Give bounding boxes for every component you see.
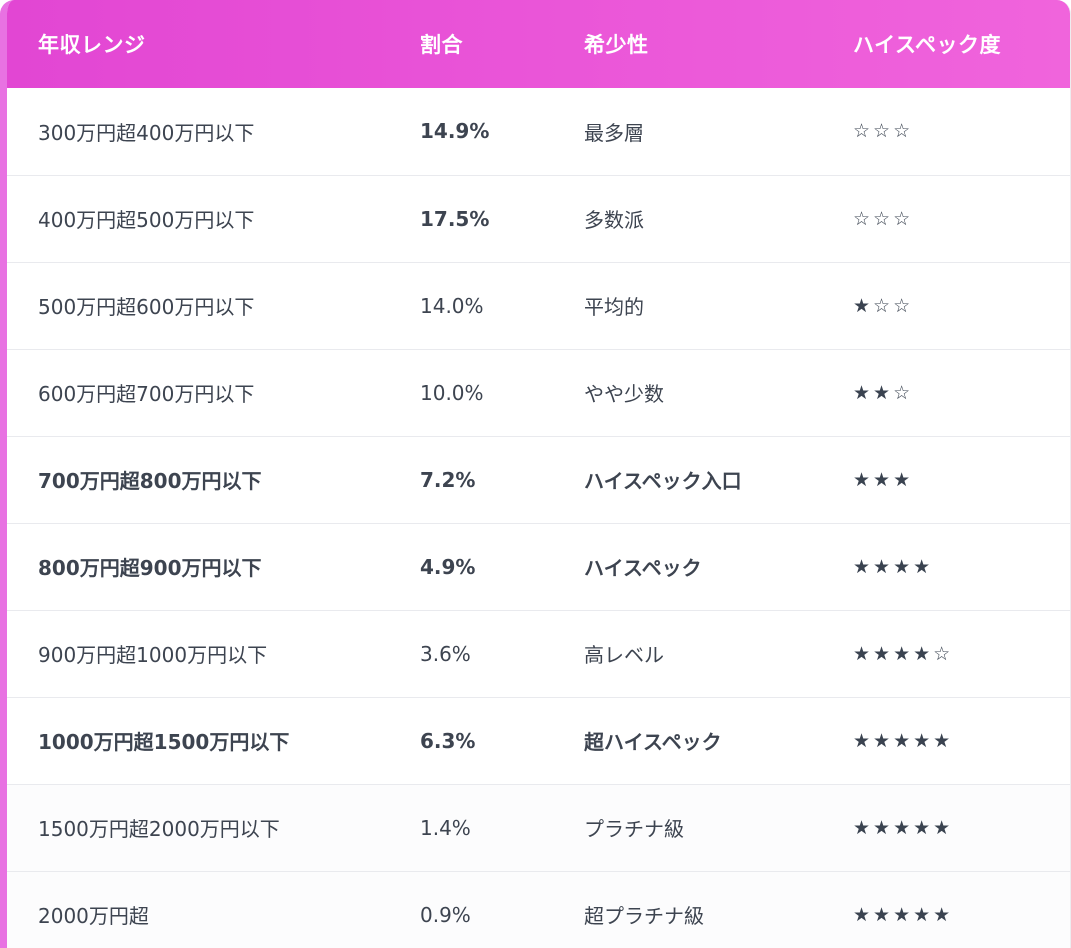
star-rating: ★★★★ [853,555,934,578]
ratio-cell: 6.3% [420,728,476,753]
rarity-cell: 超プラチナ級 [584,904,704,929]
ratio-cell: 14.9% [420,119,490,144]
star-rating: ☆☆☆ [853,207,914,230]
rarity-cell: 平均的 [584,295,644,319]
table-row: 1000万円超1500万円以下 6.3% 超ハイスペック ★★★★★ [7,697,1070,784]
rarity-cell: 多数派 [584,208,644,232]
header-ratio: 割合 [420,33,463,57]
income-range-cell: 1500万円超2000万円以下 [38,817,280,841]
star-rating: ★★★★★ [853,903,954,926]
star-rating: ★★☆ [853,381,914,404]
income-range-cell: 500万円超600万円以下 [38,295,255,319]
table-row: 900万円超1000万円以下 3.6% 高レベル ★★★★☆ [7,610,1070,697]
income-range-cell: 400万円超500万円以下 [38,208,255,232]
star-rating: ★★★★★ [853,729,954,752]
income-range-cell: 2000万円超 [38,904,149,929]
income-table-container: 年収レンジ 割合 希少性 ハイスペック度 300万円超400万円以下 14.9%… [0,0,1071,948]
table-row: 800万円超900万円以下 4.9% ハイスペック ★★★★ [7,523,1070,610]
table-row: 400万円超500万円以下 17.5% 多数派 ☆☆☆ [7,175,1070,262]
ratio-cell: 3.6% [420,641,471,666]
header-income-range: 年収レンジ [38,33,146,57]
star-rating: ★★★ [853,468,914,491]
income-range-cell: 1000万円超1500万円以下 [38,730,290,754]
rarity-cell: ハイスペック [584,556,702,580]
star-rating: ★★★★☆ [853,642,954,665]
ratio-cell: 17.5% [420,206,490,231]
table-row: 600万円超700万円以下 10.0% やや少数 ★★☆ [7,349,1070,436]
income-range-cell: 600万円超700万円以下 [38,382,255,406]
star-rating: ★★★★★ [853,816,954,839]
rarity-cell: プラチナ級 [584,817,684,841]
ratio-cell: 4.9% [420,554,476,579]
ratio-cell: 10.0% [420,380,484,405]
header-row: 年収レンジ 割合 希少性 ハイスペック度 [7,0,1070,88]
income-table: 年収レンジ 割合 希少性 ハイスペック度 300万円超400万円以下 14.9%… [7,0,1070,948]
rarity-cell: ハイスペック入口 [584,469,742,493]
ratio-cell: 14.0% [420,293,484,318]
table-row: 1500万円超2000万円以下 1.4% プラチナ級 ★★★★★ [7,784,1070,871]
header-rarity: 希少性 [584,33,649,57]
rarity-cell: やや少数 [584,382,664,406]
ratio-cell: 1.4% [420,815,471,840]
income-range-cell: 300万円超400万円以下 [38,120,255,145]
table-body: 300万円超400万円以下 14.9% 最多層 ☆☆☆ 400万円超500万円以… [7,88,1070,948]
table-row: 2000万円超 0.9% 超プラチナ級 ★★★★★ [7,871,1070,948]
rarity-cell: 最多層 [584,120,644,145]
table-row: 500万円超600万円以下 14.0% 平均的 ★☆☆ [7,262,1070,349]
table-row: 300万円超400万円以下 14.9% 最多層 ☆☆☆ [7,88,1070,175]
rarity-cell: 超ハイスペック [584,730,722,754]
income-range-cell: 900万円超1000万円以下 [38,643,268,667]
star-rating: ☆☆☆ [853,120,914,143]
table-row: 700万円超800万円以下 7.2% ハイスペック入口 ★★★ [7,436,1070,523]
table-header: 年収レンジ 割合 希少性 ハイスペック度 [7,0,1070,88]
star-rating: ★☆☆ [853,294,914,317]
header-high-spec-level: ハイスペック度 [853,33,1001,57]
income-range-cell: 700万円超800万円以下 [38,469,262,493]
ratio-cell: 7.2% [420,467,476,492]
ratio-cell: 0.9% [420,902,471,927]
income-range-cell: 800万円超900万円以下 [38,556,262,580]
rarity-cell: 高レベル [584,643,664,667]
